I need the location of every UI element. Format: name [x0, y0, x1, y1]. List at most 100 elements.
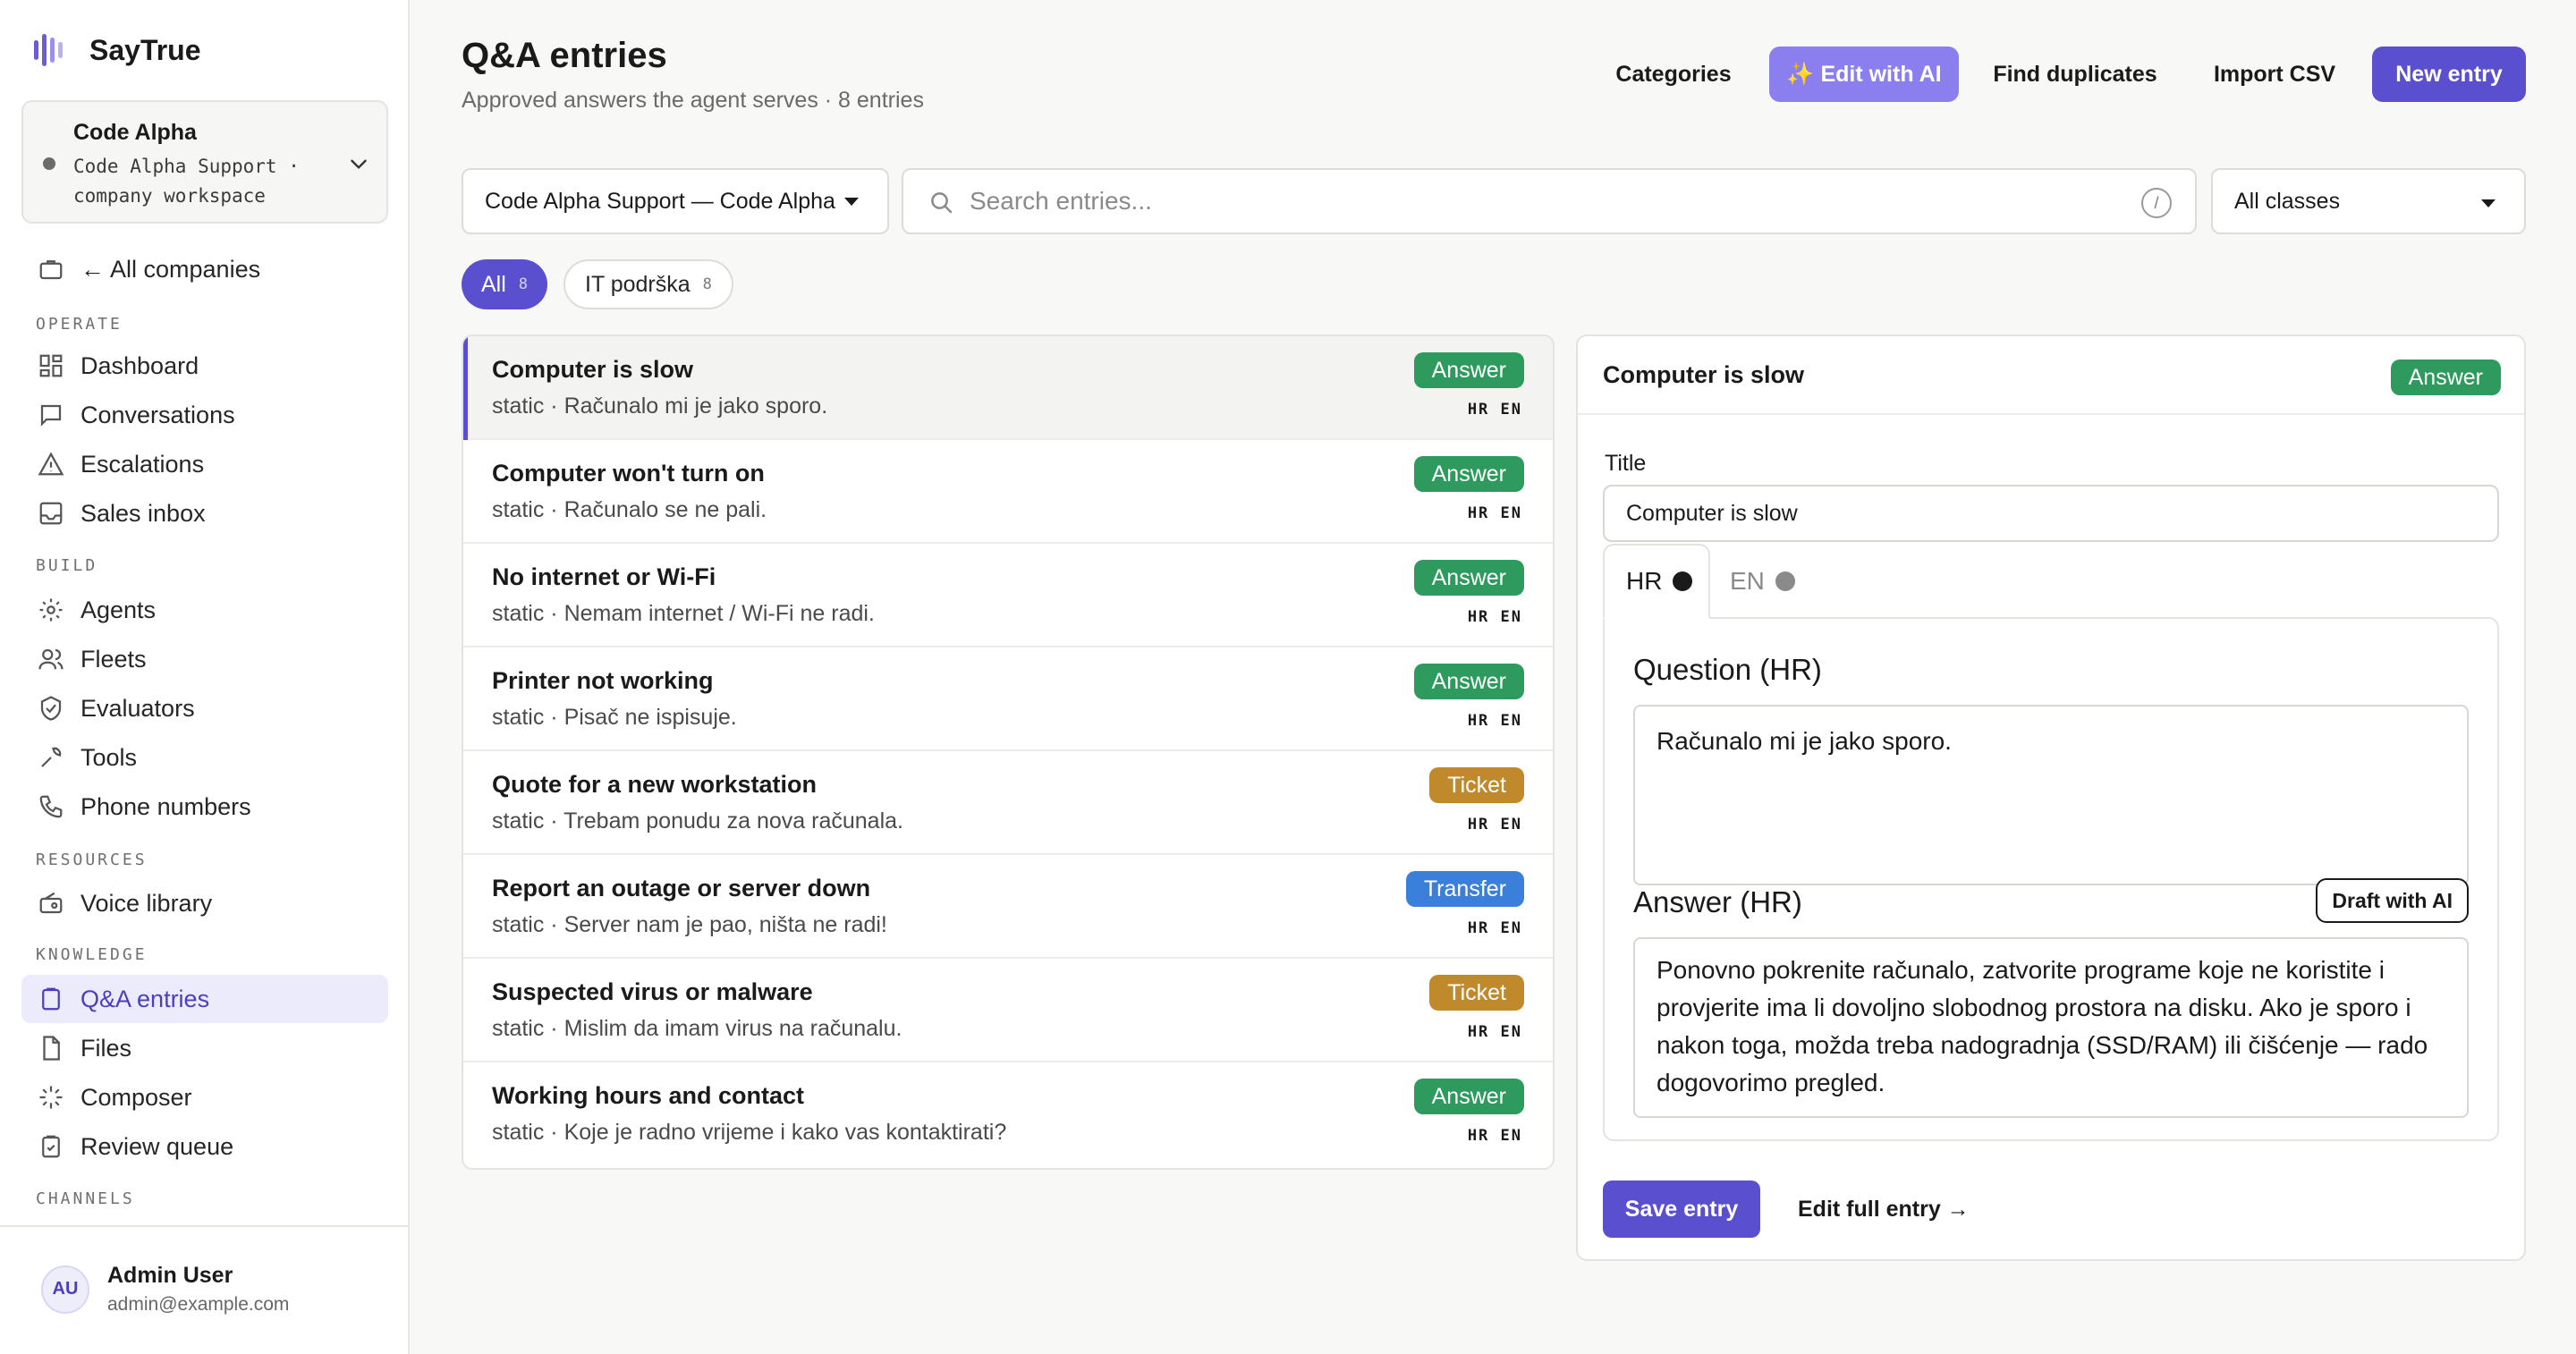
section-label-knowledge: KNOWLEDGE: [36, 945, 148, 964]
file-icon: [36, 1033, 66, 1063]
gear-icon: [36, 595, 66, 625]
question-textarea[interactable]: Računalo mi je jako sporo.: [1633, 705, 2469, 885]
filter-chip-all[interactable]: All 8: [462, 259, 548, 309]
sidebar-item-escalations[interactable]: Escalations: [21, 440, 388, 488]
language-codes: HR EN: [1467, 712, 1522, 730]
sidebar-item-dashboard[interactable]: Dashboard: [21, 342, 388, 390]
title-field[interactable]: [1603, 485, 2499, 542]
question-label: Question (HR): [1633, 653, 1822, 686]
sidebar-item-label: Agents: [80, 596, 157, 623]
entry-row[interactable]: Working hours and contact static · Koje …: [463, 1062, 1553, 1166]
section-label-build: BUILD: [36, 556, 98, 575]
dashboard-icon: [36, 351, 66, 381]
logo-icon: [34, 32, 70, 68]
tab-hr[interactable]: HR: [1603, 544, 1710, 619]
sidebar-item-fleets[interactable]: Fleets: [21, 635, 388, 683]
chip-label: IT podrška: [585, 271, 691, 297]
company-select[interactable]: Code Alpha Support — Code Alpha: [462, 168, 889, 234]
sidebar-item-review-queue[interactable]: Review queue: [21, 1122, 388, 1171]
type-badge: Ticket: [1429, 975, 1524, 1011]
sidebar-item-files[interactable]: Files: [21, 1024, 388, 1072]
entry-subtitle: static · Računalo se ne pali.: [492, 497, 767, 522]
users-icon: [36, 644, 66, 674]
status-dot-icon: [1673, 571, 1693, 591]
find-duplicates-button[interactable]: Find duplicates: [1984, 47, 2166, 102]
page-subtitle: Approved answers the agent serves · 8 en…: [462, 88, 924, 113]
entry-row[interactable]: Quote for a new workstation static · Tre…: [463, 751, 1553, 855]
sidebar-item-label: Dashboard: [80, 351, 199, 379]
language-codes: HR EN: [1467, 1127, 1522, 1145]
entry-row[interactable]: Computer won't turn on static · Računalo…: [463, 440, 1553, 544]
search-input[interactable]: [970, 187, 2114, 216]
language-codes: HR EN: [1467, 401, 1522, 419]
entry-title: Quote for a new workstation: [492, 771, 818, 798]
sidebar-item-agents[interactable]: Agents: [21, 586, 388, 634]
language-codes: HR EN: [1467, 608, 1522, 626]
save-entry-button[interactable]: Save entry: [1603, 1181, 1760, 1238]
sidebar-item-label: Tools: [80, 743, 138, 771]
sidebar-item-composer[interactable]: Composer: [21, 1073, 388, 1121]
answer-textarea[interactable]: Ponovno pokrenite računalo, zatvorite pr…: [1633, 937, 2469, 1118]
section-label-resources: RESOURCES: [36, 850, 148, 869]
user-name: Admin User: [107, 1263, 233, 1288]
categories-button[interactable]: Categories: [1603, 47, 1744, 102]
filter-chip-it-podrska[interactable]: IT podrška 8: [564, 259, 733, 309]
entry-title: Report an outage or server down: [492, 875, 871, 901]
entry-subtitle: static · Trebam ponudu za nova računala.: [492, 808, 903, 834]
workspace-name: Code Alpha: [73, 120, 197, 145]
entry-subtitle: static · Koje je radno vrijeme i kako va…: [492, 1120, 1007, 1145]
tab-label: HR: [1626, 567, 1663, 595]
type-badge: Answer: [1413, 1079, 1524, 1114]
new-entry-button[interactable]: New entry: [2372, 47, 2526, 102]
sidebar-item-qa-entries[interactable]: Q&A entries: [21, 975, 388, 1023]
sidebar-item-phone-numbers[interactable]: Phone numbers: [21, 783, 388, 831]
sidebar-item-sales-inbox[interactable]: Sales inbox: [21, 489, 388, 537]
class-select-value: All classes: [2234, 188, 2341, 214]
clipboard-check-icon: [36, 1131, 66, 1162]
sidebar-item-conversations[interactable]: Conversations: [21, 391, 388, 439]
radio-icon: [36, 888, 66, 918]
sidebar-item-label: Composer: [80, 1083, 192, 1111]
language-codes: HR EN: [1467, 816, 1522, 834]
type-badge: Ticket: [1429, 767, 1524, 803]
chip-label: All: [481, 271, 506, 297]
class-select[interactable]: All classes: [2211, 168, 2526, 234]
sidebar: SayTrue Code Alpha Code Alpha Support · …: [0, 0, 410, 1354]
entry-row[interactable]: No internet or Wi-Fi static · Nemam inte…: [463, 544, 1553, 647]
edit-with-ai-button[interactable]: ✨ Edit with AI: [1769, 47, 1959, 102]
type-badge: Answer: [2390, 360, 2501, 395]
workspace-switcher[interactable]: Code Alpha Code Alpha Support · company …: [21, 100, 388, 224]
draft-with-ai-button[interactable]: Draft with AI: [2316, 878, 2469, 923]
chip-count: 8: [518, 275, 529, 293]
language-codes: HR EN: [1467, 1023, 1522, 1041]
user-menu[interactable]: AU Admin User admin@example.com: [41, 1263, 289, 1316]
entry-subtitle: static · Računalo mi je jako sporo.: [492, 394, 828, 419]
type-badge: Answer: [1413, 352, 1524, 388]
sidebar-item-label: Q&A entries: [80, 985, 210, 1012]
edit-full-entry-link[interactable]: Edit full entry →: [1798, 1197, 1970, 1223]
sidebar-item-tools[interactable]: Tools: [21, 733, 388, 782]
tab-en[interactable]: EN: [1730, 544, 1795, 619]
entry-subtitle: static · Nemam internet / Wi-Fi ne radi.: [492, 601, 875, 626]
entry-row[interactable]: Report an outage or server down static ·…: [463, 855, 1553, 959]
sidebar-item-all-companies[interactable]: ← All companies: [21, 245, 388, 293]
workspace-status-dot: [43, 157, 55, 170]
import-csv-button[interactable]: Import CSV: [2193, 47, 2356, 102]
sidebar-item-label: Escalations: [80, 450, 205, 478]
warning-icon: [36, 449, 66, 479]
search-icon: [931, 192, 953, 214]
wrench-icon: [36, 742, 66, 773]
sidebar-item-evaluators[interactable]: Evaluators: [21, 684, 388, 732]
entry-row[interactable]: Printer not working static · Pisač ne is…: [463, 647, 1553, 751]
entry-row[interactable]: Computer is slow static · Računalo mi je…: [463, 336, 1553, 440]
keyboard-shortcut-hint: /: [2141, 188, 2172, 218]
brand[interactable]: SayTrue: [34, 32, 201, 68]
caret-down-icon: [843, 197, 859, 206]
type-badge: Answer: [1413, 560, 1524, 596]
type-badge: Answer: [1413, 664, 1524, 699]
search-box[interactable]: /: [902, 168, 2197, 234]
entry-row[interactable]: Suspected virus or malware static · Misl…: [463, 959, 1553, 1062]
sidebar-item-voice-library[interactable]: Voice library: [21, 879, 388, 927]
language-codes: HR EN: [1467, 504, 1522, 522]
entry-subtitle: static · Mislim da imam virus na računal…: [492, 1016, 902, 1041]
